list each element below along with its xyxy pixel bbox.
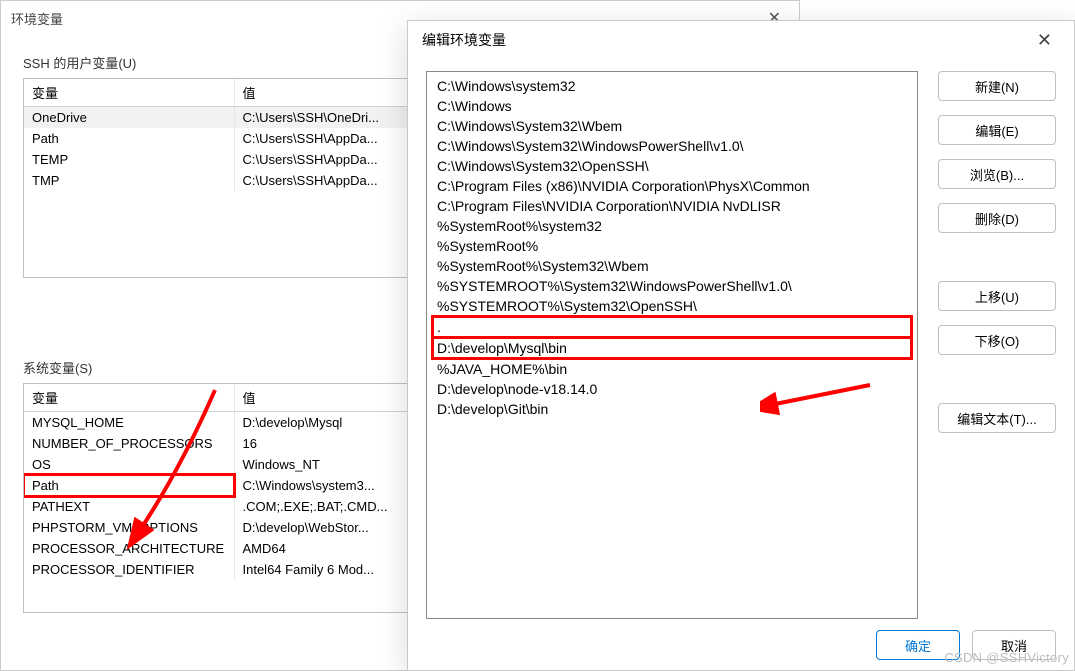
var-cell: OneDrive bbox=[24, 107, 234, 129]
var-cell: MYSQL_HOME bbox=[24, 412, 234, 434]
list-item[interactable]: . bbox=[433, 317, 911, 337]
list-item[interactable]: C:\Program Files (x86)\NVIDIA Corporatio… bbox=[427, 176, 917, 196]
dialog-buttons-column: 新建(N) 编辑(E) 浏览(B)... 删除(D) 上移(U) 下移(O) 编… bbox=[938, 71, 1056, 619]
path-entries-list[interactable]: C:\Windows\system32C:\WindowsC:\Windows\… bbox=[426, 71, 918, 619]
list-item[interactable]: %SystemRoot% bbox=[427, 236, 917, 256]
var-cell: Path bbox=[24, 475, 234, 496]
delete-button[interactable]: 删除(D) bbox=[938, 203, 1056, 233]
list-item[interactable]: %SYSTEMROOT%\System32\OpenSSH\ bbox=[427, 296, 917, 316]
var-cell: PHPSTORM_VM_OPTIONS bbox=[24, 517, 234, 538]
list-item[interactable]: C:\Windows bbox=[427, 96, 917, 116]
col-var[interactable]: 变量 bbox=[24, 79, 234, 107]
var-cell: OS bbox=[24, 454, 234, 475]
var-cell: NUMBER_OF_PROCESSORS bbox=[24, 433, 234, 454]
browse-button[interactable]: 浏览(B)... bbox=[938, 159, 1056, 189]
list-item[interactable]: %SystemRoot%\System32\Wbem bbox=[427, 256, 917, 276]
move-up-button[interactable]: 上移(U) bbox=[938, 281, 1056, 311]
edit-text-button[interactable]: 编辑文本(T)... bbox=[938, 403, 1056, 433]
var-cell: Path bbox=[24, 128, 234, 149]
list-item[interactable]: C:\Windows\System32\OpenSSH\ bbox=[427, 156, 917, 176]
var-cell: PATHEXT bbox=[24, 496, 234, 517]
var-cell: TMP bbox=[24, 170, 234, 191]
watermark-text: CSDN @SSHVictory bbox=[944, 650, 1069, 665]
edit-titlebar: 编辑环境变量 ✕ bbox=[408, 21, 1074, 59]
col-var[interactable]: 变量 bbox=[24, 384, 234, 412]
var-cell: PROCESSOR_IDENTIFIER bbox=[24, 559, 234, 580]
var-cell: PROCESSOR_ARCHITECTURE bbox=[24, 538, 234, 559]
move-down-button[interactable]: 下移(O) bbox=[938, 325, 1056, 355]
edit-env-var-dialog: 编辑环境变量 ✕ C:\Windows\system32C:\WindowsC:… bbox=[407, 20, 1075, 671]
list-item[interactable]: D:\develop\Git\bin bbox=[427, 399, 917, 419]
close-icon[interactable]: ✕ bbox=[1029, 26, 1060, 55]
list-item[interactable]: C:\Windows\System32\WindowsPowerShell\v1… bbox=[427, 136, 917, 156]
list-item[interactable]: %SystemRoot%\system32 bbox=[427, 216, 917, 236]
list-item[interactable]: %JAVA_HOME%\bin bbox=[427, 359, 917, 379]
list-item[interactable]: C:\Windows\system32 bbox=[427, 76, 917, 96]
list-item[interactable]: C:\Windows\System32\Wbem bbox=[427, 116, 917, 136]
list-item[interactable]: D:\develop\node-v18.14.0 bbox=[427, 379, 917, 399]
edit-button[interactable]: 编辑(E) bbox=[938, 115, 1056, 145]
list-item[interactable]: C:\Program Files\NVIDIA Corporation\NVID… bbox=[427, 196, 917, 216]
list-item[interactable]: %SYSTEMROOT%\System32\WindowsPowerShell\… bbox=[427, 276, 917, 296]
var-cell: TEMP bbox=[24, 149, 234, 170]
edit-title-text: 编辑环境变量 bbox=[422, 30, 506, 50]
list-item[interactable]: D:\develop\Mysql\bin bbox=[433, 338, 911, 358]
parent-title-text: 环境变量 bbox=[11, 9, 63, 28]
new-button[interactable]: 新建(N) bbox=[938, 71, 1056, 101]
